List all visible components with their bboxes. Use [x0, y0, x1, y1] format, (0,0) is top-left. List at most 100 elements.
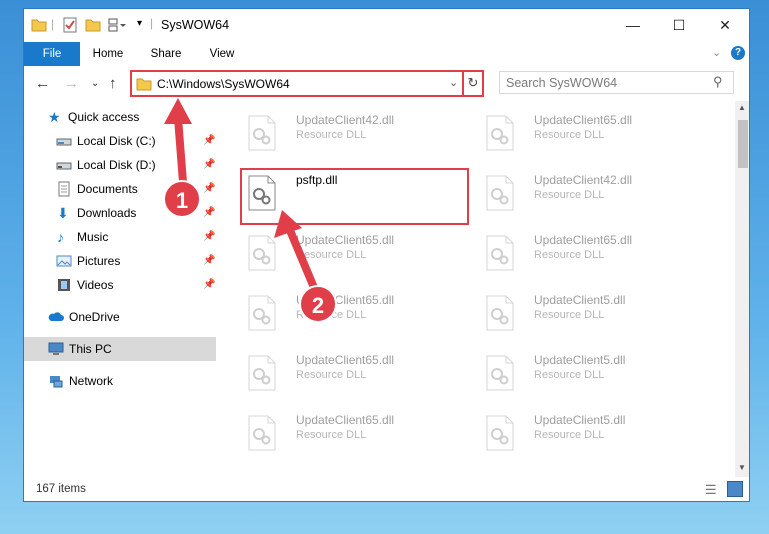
scrollbar-thumb[interactable]: [738, 120, 748, 168]
file-name: UpdateClient65.dll: [534, 113, 633, 127]
back-button[interactable]: ←: [35, 75, 50, 92]
file-name: UpdateClient5.dll: [534, 293, 626, 307]
expand-ribbon-icon[interactable]: ⌄: [712, 46, 721, 59]
tab-share[interactable]: Share: [144, 42, 188, 66]
folder-icon[interactable]: [31, 17, 47, 33]
file-item[interactable]: UpdateClient65.dll Resource DLL: [240, 229, 470, 285]
videos-icon: [58, 279, 70, 291]
scroll-down-icon[interactable]: ▼: [738, 463, 746, 472]
sidebar-item-local-disk-d[interactable]: Local Disk (D:) 📌: [24, 153, 216, 177]
pictures-icon: [56, 255, 72, 267]
file-item[interactable]: UpdateClient5.dll Resource DLL: [478, 409, 708, 465]
sidebar-item-pictures[interactable]: Pictures 📌: [24, 249, 216, 273]
file-description: Resource DLL: [296, 429, 367, 441]
computer-icon: [48, 342, 64, 355]
file-item[interactable]: UpdateClient5.dll Resource DLL: [478, 289, 708, 345]
dll-file-icon: [248, 235, 276, 271]
file-description: Resource DLL: [534, 249, 605, 261]
dropdown-arrow-icon[interactable]: ▾: [137, 18, 142, 29]
address-bar[interactable]: C:\Windows\SysWOW64 ⌄: [130, 70, 482, 97]
cloud-icon: [48, 312, 64, 321]
file-item[interactable]: UpdateClient65.dllResource DLL: [478, 229, 708, 285]
properties-icon[interactable]: [62, 17, 78, 33]
drive-icon: [56, 138, 72, 146]
sidebar-item-videos[interactable]: Videos 📌: [24, 273, 216, 297]
sidebar-item-label: Downloads: [77, 206, 137, 220]
navigation-bar: ← → ⌄ ↑ C:\Windows\SysWOW64 ⌄ ↻ Search S…: [24, 66, 749, 102]
sidebar-item-label: Network: [69, 374, 114, 388]
title-bar: | ▾ | SysWOW64 — ☐ ✕: [24, 9, 749, 42]
sidebar-item-this-pc[interactable]: This PC: [24, 337, 216, 361]
address-dropdown-icon[interactable]: ⌄: [449, 76, 458, 89]
file-description: Resource DLL: [534, 189, 605, 201]
pin-icon[interactable]: 📌: [203, 129, 215, 153]
ribbon-tabs: File Home Share View ⌄ ?: [24, 42, 749, 66]
tab-view[interactable]: View: [200, 42, 244, 66]
file-item[interactable]: UpdateClient42.dll Resource DLL: [478, 169, 708, 225]
new-folder-icon[interactable]: [85, 17, 101, 33]
file-item[interactable]: UpdateClient65.dll Resource DLL: [478, 109, 708, 165]
address-path[interactable]: C:\Windows\SysWOW64: [157, 77, 290, 91]
sidebar-item-label: Pictures: [77, 254, 121, 268]
tab-home[interactable]: Home: [86, 42, 130, 66]
sidebar-item-local-disk-c[interactable]: Local Disk (C:) 📌: [24, 129, 216, 153]
maximize-button[interactable]: ☐: [656, 9, 702, 41]
dll-file-icon: [486, 355, 514, 391]
pin-icon[interactable]: 📌: [203, 273, 215, 297]
dll-file-icon: [486, 415, 514, 451]
file-name: UpdateClient5.dll: [534, 413, 626, 427]
sidebar-item-label: OneDrive: [69, 310, 120, 324]
status-bar: 167 items ☰: [24, 477, 749, 501]
close-button[interactable]: ✕: [702, 9, 748, 41]
dll-file-icon: [486, 235, 514, 271]
search-placeholder: Search SysWOW64: [506, 76, 618, 90]
sidebar-item-label: Videos: [77, 278, 114, 292]
customize-toolbar-icon[interactable]: [108, 17, 128, 33]
file-item[interactable]: UpdateClient65.dllResource DLL: [240, 409, 470, 465]
forward-button[interactable]: →: [64, 75, 79, 92]
recent-locations-icon[interactable]: ⌄: [91, 78, 99, 89]
file-item[interactable]: UpdateClient42.dll Resource DLL: [240, 109, 470, 165]
file-description: Resource DLL: [534, 129, 605, 141]
scroll-up-icon[interactable]: ▲: [738, 103, 746, 112]
documents-icon: [58, 181, 70, 197]
sidebar-item-network[interactable]: Network: [24, 369, 216, 393]
tab-file[interactable]: File: [24, 42, 80, 66]
navigation-pane: ★ Quick access Local Disk (C:) 📌 Local D…: [24, 105, 216, 465]
file-list: UpdateClient42.dll Resource DLL UpdateClie…: [230, 101, 736, 469]
dll-file-icon: [486, 295, 514, 331]
file-name: UpdateClient65.dll: [296, 233, 395, 247]
file-name: UpdateClient5.dll: [534, 353, 626, 367]
file-item[interactable]: UpdateClient65.dllResource DLL: [240, 289, 470, 345]
pin-icon[interactable]: 📌: [203, 177, 215, 201]
pin-icon[interactable]: 📌: [203, 201, 215, 225]
file-description: Resource DLL: [296, 369, 367, 381]
vertical-scrollbar[interactable]: ▲ ▼: [735, 101, 749, 477]
pin-icon[interactable]: 📌: [203, 225, 215, 249]
file-description: Resource DLL: [296, 129, 367, 141]
details-view-icon[interactable]: ☰: [705, 482, 717, 498]
file-description: Resource DLL: [296, 249, 367, 261]
sidebar-item-music[interactable]: ♪ Music 📌: [24, 225, 216, 249]
pin-icon[interactable]: 📌: [203, 249, 215, 273]
search-input[interactable]: Search SysWOW64 ⚲: [499, 71, 734, 94]
up-button[interactable]: ↑: [109, 75, 117, 92]
file-item[interactable]: UpdateClient5.dll Resource DLL: [478, 349, 708, 405]
search-icon[interactable]: ⚲: [713, 74, 723, 90]
refresh-button[interactable]: ↻: [462, 70, 484, 97]
dll-file-icon: [248, 415, 276, 451]
file-description: Resource DLL: [534, 309, 605, 321]
sidebar-item-label: Music: [77, 230, 109, 244]
file-item[interactable]: UpdateClient65.dllResource DLL: [240, 349, 470, 405]
file-name: UpdateClient42.dll: [296, 113, 395, 127]
step-badge-1: 1: [163, 180, 201, 218]
sidebar-item-onedrive[interactable]: OneDrive: [24, 305, 216, 329]
drive-icon: [56, 162, 72, 170]
sidebar-item-quick-access[interactable]: ★ Quick access: [24, 105, 216, 129]
minimize-button[interactable]: —: [610, 9, 656, 41]
window-title: SysWOW64: [161, 18, 230, 32]
pin-icon[interactable]: 📌: [203, 153, 215, 177]
large-icons-view-icon[interactable]: [727, 481, 743, 497]
help-icon[interactable]: ?: [731, 46, 745, 60]
dll-file-icon: [248, 295, 276, 331]
